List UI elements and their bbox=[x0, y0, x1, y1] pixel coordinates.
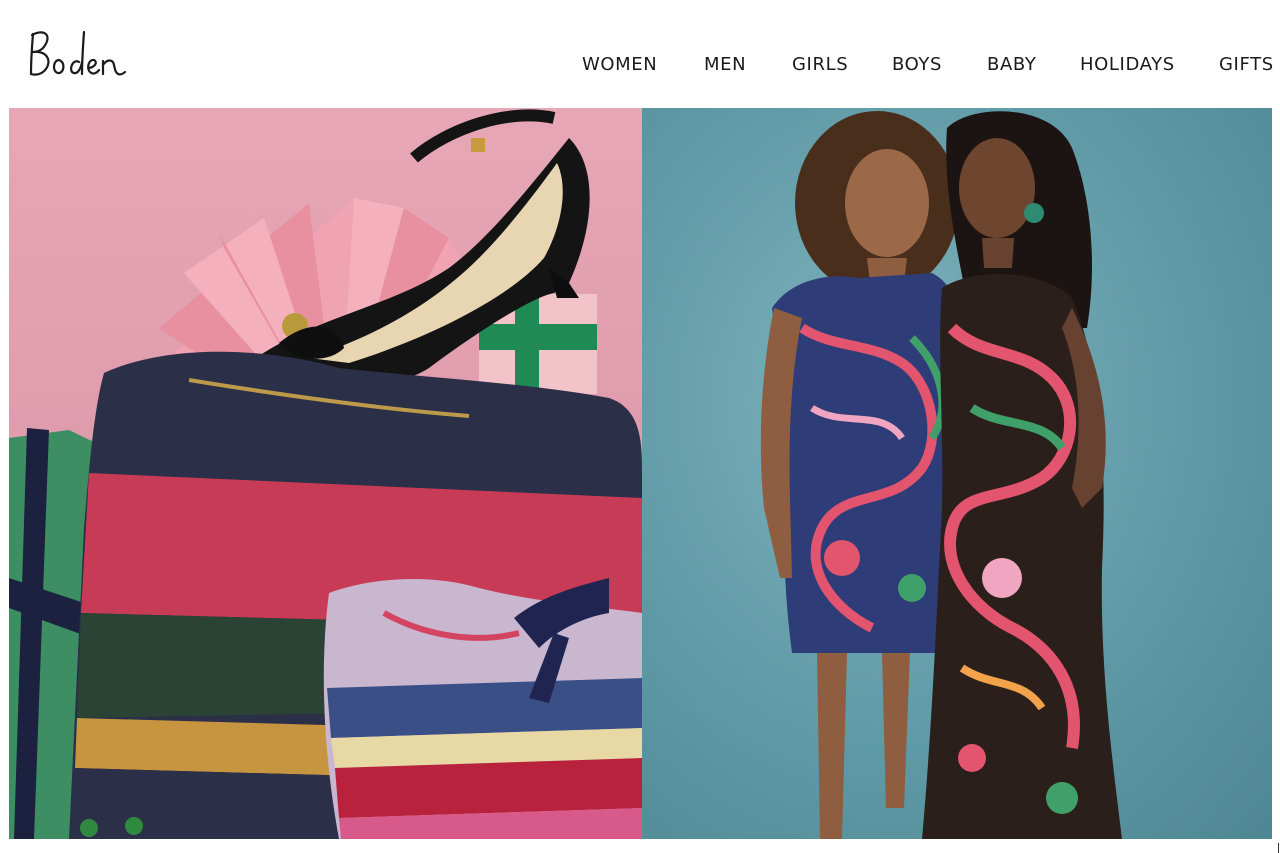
nav-item-girls[interactable]: GIRLS bbox=[792, 52, 848, 78]
scrollbar-thumb[interactable] bbox=[1278, 843, 1279, 853]
nav-item-women[interactable]: WOMEN bbox=[582, 52, 657, 78]
jewel-ornament bbox=[80, 819, 98, 837]
nav-item-gifts[interactable]: GIFTS bbox=[1219, 52, 1274, 78]
site-header: WOMEN MEN GIRLS BOYS BABY HOLIDAYS GIFTS bbox=[0, 0, 1280, 108]
hero-banner bbox=[9, 108, 1272, 839]
hero-image-knitwear[interactable] bbox=[9, 108, 642, 839]
striped-sweater-small bbox=[323, 578, 642, 839]
nav-item-holidays[interactable]: HOLIDAYS bbox=[1080, 52, 1175, 78]
main-navigation: WOMEN MEN GIRLS BOYS BABY HOLIDAYS GIFTS bbox=[0, 52, 1280, 78]
jewel-ornament bbox=[125, 817, 143, 835]
hero-image-dresses[interactable] bbox=[642, 108, 1272, 839]
models-illustration bbox=[760, 111, 1122, 839]
nav-item-men[interactable]: MEN bbox=[704, 52, 746, 78]
nav-item-boys[interactable]: BOYS bbox=[892, 52, 942, 78]
nav-item-baby[interactable]: BABY bbox=[987, 52, 1036, 78]
knitwear-flatlay-illustration bbox=[9, 109, 642, 839]
